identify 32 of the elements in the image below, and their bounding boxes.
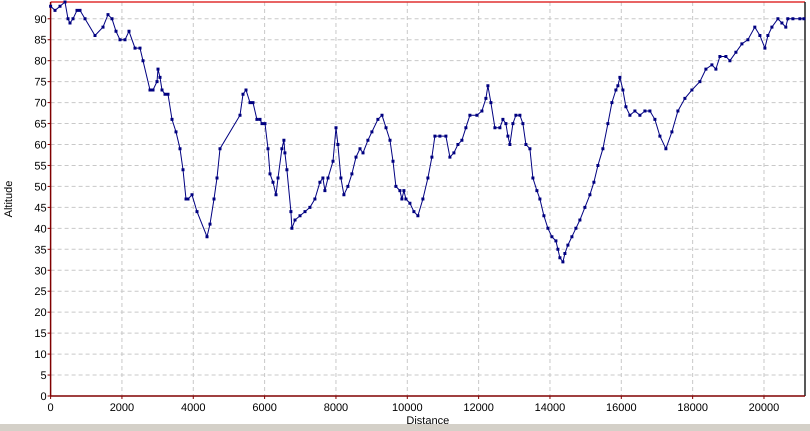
x-tick-label: 12000 <box>463 402 494 414</box>
x-tick-label: 14000 <box>534 402 566 414</box>
x-tick-label: 8000 <box>324 402 348 414</box>
y-tick-label: 55 <box>34 160 47 172</box>
y-tick-label: 10 <box>34 349 47 362</box>
y-tick-label: 15 <box>34 328 47 340</box>
y-tick-label: 65 <box>34 118 47 131</box>
y-tick-label: 60 <box>34 140 47 152</box>
x-tick-label: 0 <box>48 402 54 414</box>
y-tick-label: 20 <box>34 307 47 320</box>
y-tick-label: 80 <box>34 56 47 68</box>
x-tick-label: 20000 <box>748 402 780 414</box>
x-axis-title: Distance <box>406 415 450 424</box>
y-tick-label: 5 <box>40 370 47 382</box>
y-tick-label: 30 <box>34 265 47 278</box>
x-tick-label: 6000 <box>252 402 277 414</box>
x-tick-label: 2000 <box>110 402 134 414</box>
y-tick-label: 75 <box>34 76 47 89</box>
x-tick-label: 4000 <box>181 402 206 414</box>
y-tick-label: 70 <box>34 98 47 110</box>
x-tick-label: 18000 <box>677 402 708 414</box>
y-tick-label: 45 <box>34 202 47 214</box>
y-tick-label: 90 <box>34 14 47 26</box>
y-tick-label: 25 <box>34 286 47 298</box>
y-axis-title: Altitude <box>3 180 15 218</box>
x-tick-label: 16000 <box>606 402 637 414</box>
y-tick-label: 40 <box>34 223 47 236</box>
y-tick-label: 0 <box>40 391 47 403</box>
x-tick-label: 10000 <box>392 402 423 414</box>
y-tick-label: 50 <box>34 181 47 194</box>
y-tick-label: 85 <box>34 34 47 47</box>
y-tick-label: 35 <box>34 244 47 256</box>
